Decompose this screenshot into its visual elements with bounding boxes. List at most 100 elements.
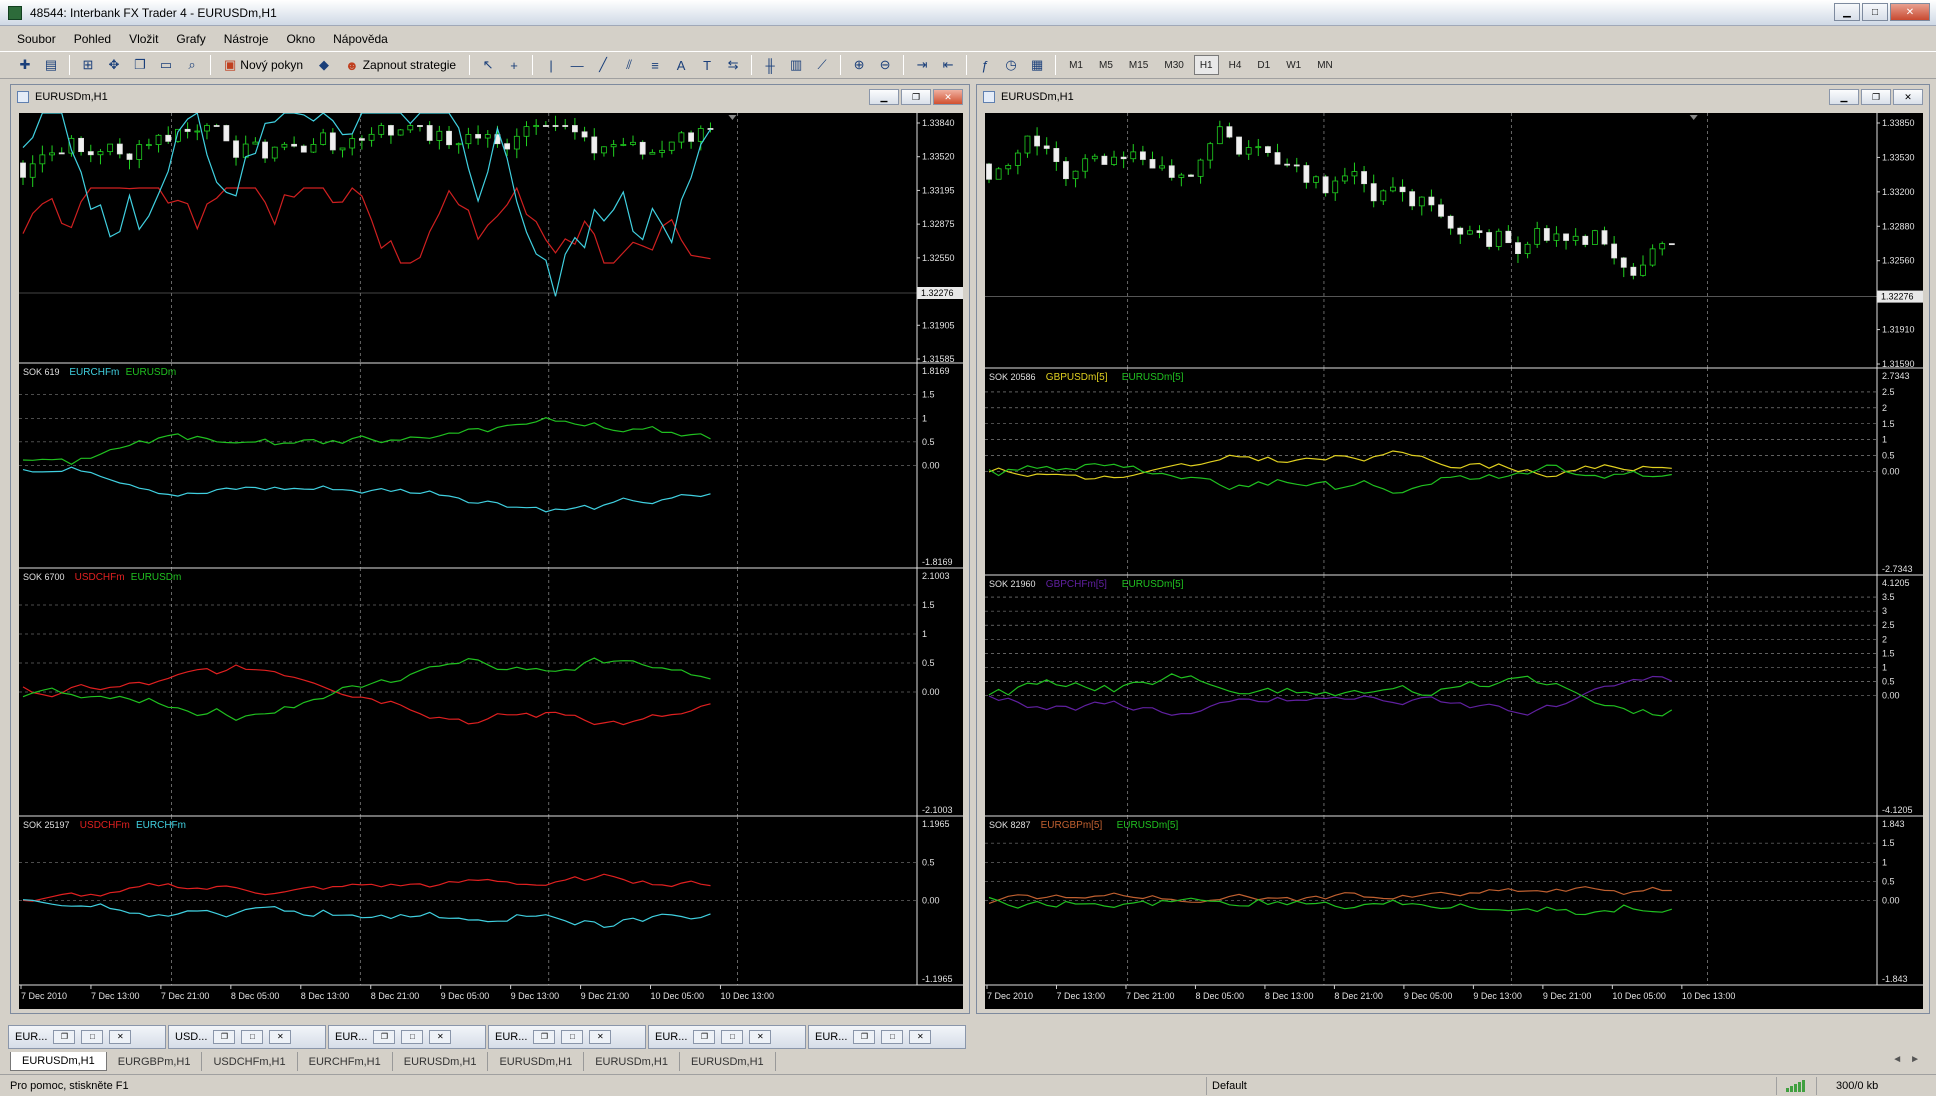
bar-chart-icon[interactable]: ╫ bbox=[759, 54, 781, 76]
candle-body bbox=[329, 132, 336, 151]
minimized-window[interactable]: EUR... ❐ □ ✕ bbox=[8, 1025, 166, 1049]
minimized-window[interactable]: EUR... ❐ □ ✕ bbox=[488, 1025, 646, 1049]
maximize-icon[interactable]: □ bbox=[81, 1030, 104, 1044]
restore-icon[interactable]: ❐ bbox=[533, 1030, 556, 1044]
chart-tab[interactable]: EURCHFm,H1 bbox=[298, 1052, 393, 1071]
candle-body bbox=[1553, 233, 1560, 241]
maximize-icon[interactable]: □ bbox=[561, 1030, 584, 1044]
maximize-icon[interactable]: □ bbox=[241, 1030, 264, 1044]
tester-icon[interactable]: ⌕ bbox=[181, 54, 203, 76]
chart-restore-button[interactable]: ❐ bbox=[901, 89, 931, 105]
menu-view[interactable]: Pohled bbox=[65, 32, 120, 46]
close-icon[interactable]: ✕ bbox=[109, 1030, 132, 1044]
zoom-out-icon[interactable]: ⊖ bbox=[874, 54, 896, 76]
zoom-in-icon[interactable]: ⊕ bbox=[848, 54, 870, 76]
chart-close-button[interactable]: ✕ bbox=[933, 89, 963, 105]
trendline-icon[interactable]: ╱ bbox=[592, 54, 614, 76]
chart-close-button[interactable]: ✕ bbox=[1893, 89, 1923, 105]
terminal-icon[interactable]: ▭ bbox=[155, 54, 177, 76]
timeframe-mn[interactable]: MN bbox=[1311, 55, 1339, 75]
chart-window-right[interactable]: EURUSDm,H1 ▁ ❐ ✕ 1.33850 1.33530 1.33200 1.… bbox=[976, 84, 1930, 1014]
candle-body bbox=[1043, 145, 1050, 149]
templates-icon[interactable]: ▦ bbox=[1026, 54, 1048, 76]
timeframe-m15[interactable]: M15 bbox=[1123, 55, 1154, 75]
autoscroll-icon[interactable]: ⇥ bbox=[911, 54, 933, 76]
candlestick-icon[interactable]: ▥ bbox=[785, 54, 807, 76]
close-icon[interactable]: ✕ bbox=[589, 1030, 612, 1044]
timeframe-w1[interactable]: W1 bbox=[1280, 55, 1307, 75]
timeframe-d1[interactable]: D1 bbox=[1251, 55, 1276, 75]
maximize-button[interactable]: □ bbox=[1862, 3, 1888, 21]
chart-window-left[interactable]: EURUSDm,H1 ▁ ❐ ✕ 1.33840 1.33520 1.33195 1.… bbox=[10, 84, 970, 1014]
chart-canvas-left[interactable]: 1.33840 1.33520 1.33195 1.32875 1.32550 1.319… bbox=[19, 113, 963, 1009]
market-watch-icon[interactable]: ⊞ bbox=[77, 54, 99, 76]
chart-minimize-button[interactable]: ▁ bbox=[869, 89, 899, 105]
periods-icon[interactable]: ◷ bbox=[1000, 54, 1022, 76]
restore-icon[interactable]: ❐ bbox=[213, 1030, 236, 1044]
minimized-window[interactable]: EUR... ❐ □ ✕ bbox=[328, 1025, 486, 1049]
channel-icon[interactable]: ⫽ bbox=[618, 54, 640, 76]
timeframe-h4[interactable]: H4 bbox=[1223, 55, 1248, 75]
maximize-icon[interactable]: □ bbox=[721, 1030, 744, 1044]
text-label-icon[interactable]: T bbox=[696, 54, 718, 76]
vertical-line-icon[interactable]: | bbox=[540, 54, 562, 76]
chart-tab[interactable]: EURUSDm,H1 bbox=[10, 1052, 107, 1071]
legend-entry: EURCHFm bbox=[69, 367, 119, 378]
chart-tab[interactable]: EURUSDm,H1 bbox=[680, 1052, 776, 1071]
timeframe-m5[interactable]: M5 bbox=[1093, 55, 1119, 75]
chart-tab[interactable]: EURUSDm,H1 bbox=[393, 1052, 489, 1071]
chart-restore-button[interactable]: ❐ bbox=[1861, 89, 1891, 105]
horizontal-line-icon[interactable]: — bbox=[566, 54, 588, 76]
price-label: 1.33850 bbox=[1882, 118, 1915, 128]
restore-icon[interactable]: ❐ bbox=[373, 1030, 396, 1044]
crosshair-icon[interactable]: + bbox=[503, 54, 525, 76]
meta-editor-icon[interactable]: ◆ bbox=[313, 54, 335, 76]
arrows-icon[interactable]: ⇆ bbox=[722, 54, 744, 76]
fibonacci-icon[interactable]: ≡ bbox=[644, 54, 666, 76]
menu-charts[interactable]: Grafy bbox=[167, 32, 214, 46]
cursor-icon[interactable]: ↖ bbox=[477, 54, 499, 76]
minimized-window[interactable]: USD... ❐ □ ✕ bbox=[168, 1025, 326, 1049]
tab-scroll-left-icon[interactable]: ◄ bbox=[1892, 1054, 1902, 1065]
close-icon[interactable]: ✕ bbox=[909, 1030, 932, 1044]
chart-tab[interactable]: EURUSDm,H1 bbox=[488, 1052, 585, 1071]
folder-icon[interactable]: ❐ bbox=[129, 54, 151, 76]
menu-file[interactable]: Soubor bbox=[8, 32, 65, 46]
chart-shift-icon[interactable]: ⇤ bbox=[937, 54, 959, 76]
minimize-button[interactable]: ▁ bbox=[1834, 3, 1860, 21]
close-button[interactable]: ✕ bbox=[1890, 3, 1930, 21]
chart-canvas-right[interactable]: 1.33850 1.33530 1.33200 1.32880 1.32560 1.319… bbox=[985, 113, 1923, 1009]
chart-minimize-button[interactable]: ▁ bbox=[1829, 89, 1859, 105]
profiles-icon[interactable]: ▤ bbox=[40, 54, 62, 76]
text-icon[interactable]: A bbox=[670, 54, 692, 76]
expert-advisors-button[interactable]: ☻ Zapnout strategie bbox=[339, 54, 462, 76]
chart-tab[interactable]: EURGBPm,H1 bbox=[107, 1052, 203, 1071]
line-chart-icon[interactable]: ⟋ bbox=[811, 54, 833, 76]
menu-tools[interactable]: Nástroje bbox=[215, 32, 278, 46]
close-icon[interactable]: ✕ bbox=[269, 1030, 292, 1044]
minimized-window[interactable]: EUR... ❐ □ ✕ bbox=[808, 1025, 966, 1049]
close-icon[interactable]: ✕ bbox=[429, 1030, 452, 1044]
status-traffic: 300/0 kb bbox=[1836, 1079, 1879, 1092]
navigator-icon[interactable]: ✥ bbox=[103, 54, 125, 76]
close-icon[interactable]: ✕ bbox=[749, 1030, 772, 1044]
new-order-button[interactable]: ▣ Nový pokyn bbox=[218, 54, 309, 76]
maximize-icon[interactable]: □ bbox=[401, 1030, 424, 1044]
indicators-icon[interactable]: ƒ bbox=[974, 54, 996, 76]
timeframe-h1[interactable]: H1 bbox=[1193, 55, 1219, 75]
minimized-window[interactable]: EUR... ❐ □ ✕ bbox=[648, 1025, 806, 1049]
tab-scroll-right-icon[interactable]: ► bbox=[1910, 1054, 1920, 1065]
menu-window[interactable]: Okno bbox=[277, 32, 324, 46]
new-chart-icon[interactable]: ✚ bbox=[14, 54, 36, 76]
scale-label: 0.5 bbox=[922, 658, 935, 668]
menu-insert[interactable]: Vložit bbox=[120, 32, 167, 46]
timeframe-m1[interactable]: M1 bbox=[1063, 55, 1089, 75]
chart-tab[interactable]: USDCHFm,H1 bbox=[202, 1052, 298, 1071]
maximize-icon[interactable]: □ bbox=[881, 1030, 904, 1044]
timeframe-m30[interactable]: M30 bbox=[1158, 55, 1189, 75]
restore-icon[interactable]: ❐ bbox=[53, 1030, 76, 1044]
restore-icon[interactable]: ❐ bbox=[693, 1030, 716, 1044]
chart-tab[interactable]: EURUSDm,H1 bbox=[584, 1052, 680, 1071]
menu-help[interactable]: Nápověda bbox=[324, 32, 397, 46]
restore-icon[interactable]: ❐ bbox=[853, 1030, 876, 1044]
